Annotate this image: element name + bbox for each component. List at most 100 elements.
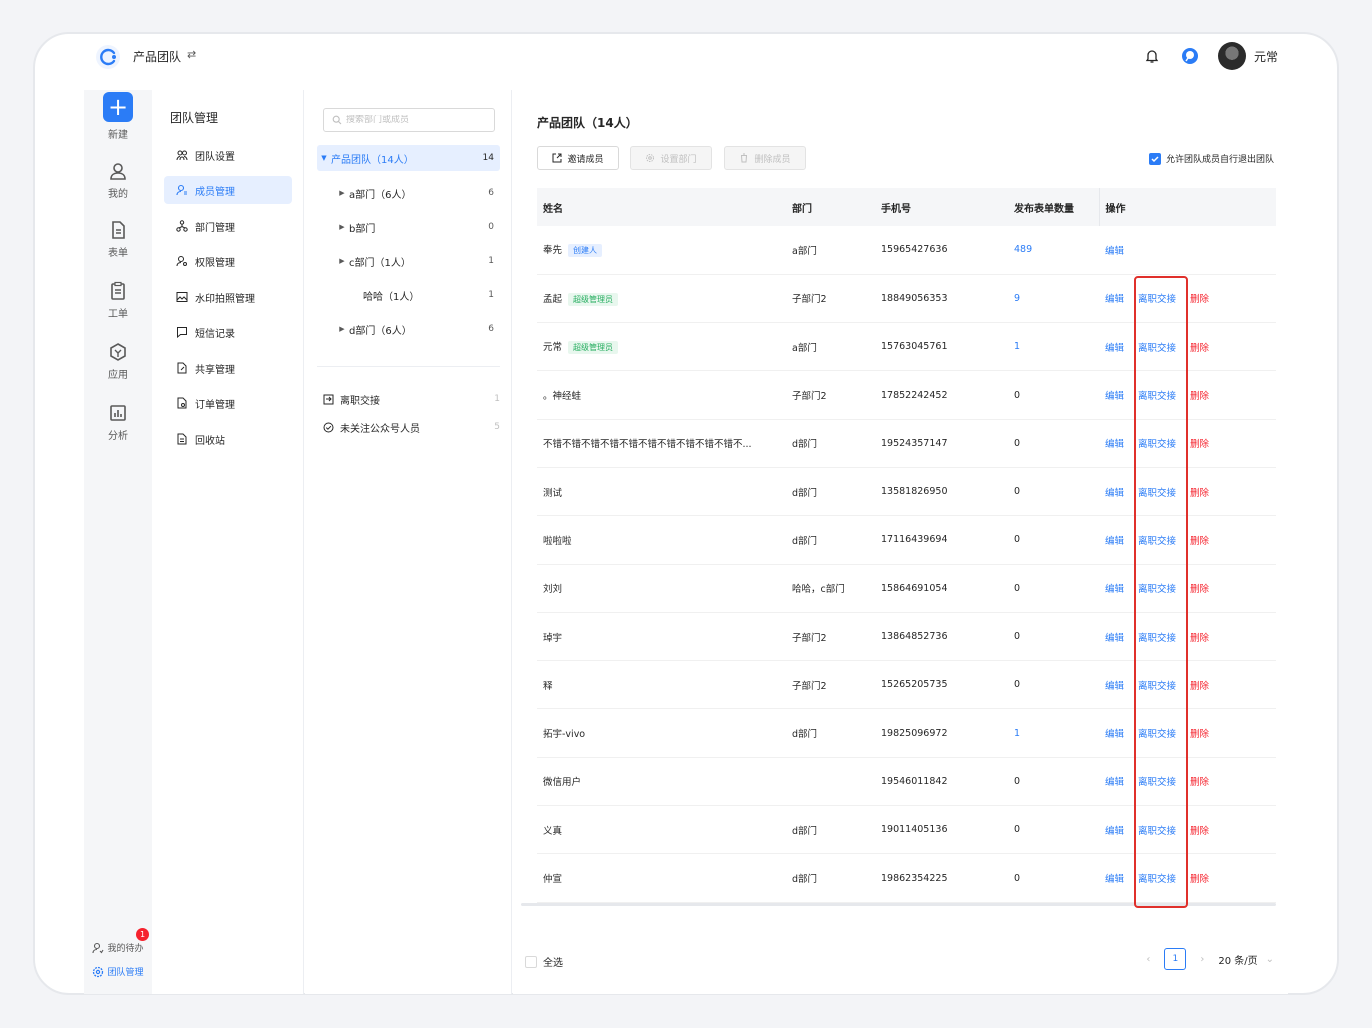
- allow-exit-option[interactable]: 允许团队成员自行退出团队: [1148, 152, 1274, 165]
- switch-team-icon[interactable]: ⇄: [187, 48, 196, 61]
- edit-link[interactable]: 编辑: [1105, 485, 1124, 499]
- plus-icon[interactable]: +: [103, 92, 133, 122]
- caret-right-icon[interactable]: ▶: [335, 223, 349, 231]
- menu-item-permission-management[interactable]: 权限管理: [164, 247, 292, 275]
- menu-item-department-management[interactable]: 部门管理: [164, 212, 292, 240]
- handover-link[interactable]: 离职交接: [1138, 291, 1176, 305]
- delete-link[interactable]: 删除: [1190, 388, 1209, 402]
- delete-link[interactable]: 删除: [1190, 291, 1209, 305]
- menu-item-order-management[interactable]: 订单管理: [164, 389, 292, 417]
- tree-node-d[interactable]: ▶ d部门（6人） 6: [317, 316, 500, 342]
- edit-link[interactable]: 编辑: [1105, 871, 1124, 885]
- page-number-current[interactable]: 1: [1164, 948, 1187, 970]
- avatar[interactable]: [1217, 42, 1246, 70]
- set-department-button[interactable]: 设置部门: [630, 146, 712, 170]
- delete-member-button[interactable]: 删除成员: [724, 146, 806, 170]
- search-input[interactable]: [346, 115, 491, 125]
- edit-link[interactable]: 编辑: [1105, 581, 1124, 595]
- delete-link[interactable]: 删除: [1190, 533, 1209, 547]
- edit-link[interactable]: 编辑: [1105, 678, 1124, 692]
- tree-node-b[interactable]: ▶ b部门 0: [317, 214, 500, 240]
- caret-right-icon[interactable]: ▶: [335, 189, 349, 197]
- delete-link[interactable]: 删除: [1190, 871, 1209, 885]
- support-chat-icon[interactable]: [1180, 46, 1200, 66]
- handover-link[interactable]: 离职交接: [1138, 340, 1176, 354]
- delete-link[interactable]: 删除: [1190, 340, 1209, 354]
- handover-link[interactable]: 离职交接: [1138, 823, 1176, 837]
- delete-link[interactable]: 删除: [1190, 630, 1209, 644]
- delete-link[interactable]: 删除: [1190, 726, 1209, 740]
- handover-link[interactable]: 离职交接: [1138, 871, 1176, 885]
- cell-form-count: 0: [1008, 564, 1099, 613]
- horizontal-scrollbar[interactable]: [521, 903, 1276, 906]
- edit-link[interactable]: 编辑: [1105, 726, 1124, 740]
- page-size-select[interactable]: 20 条/页 ⌄: [1218, 952, 1274, 967]
- handover-link[interactable]: 离职交接: [1138, 630, 1176, 644]
- tree-node-a[interactable]: ▶ a部门（6人） 6: [317, 180, 500, 206]
- recycle-bin-icon: [177, 433, 187, 445]
- tree-node-haha[interactable]: 哈哈（1人） 1: [317, 282, 500, 308]
- handover-link[interactable]: 离职交接: [1138, 533, 1176, 547]
- delete-link[interactable]: 删除: [1190, 581, 1209, 595]
- delete-link[interactable]: 删除: [1190, 774, 1209, 788]
- handover-link[interactable]: 离职交接: [1138, 388, 1176, 402]
- menu-item-member-management[interactable]: 成员管理: [164, 176, 292, 204]
- team-switcher[interactable]: 产品团队: [133, 48, 181, 65]
- bell-icon[interactable]: [1142, 46, 1162, 66]
- caret-right-icon[interactable]: ▶: [335, 257, 349, 265]
- edit-link[interactable]: 编辑: [1105, 243, 1124, 257]
- tree-unfollowed-members[interactable]: 未关注公众号人员 5: [323, 417, 500, 437]
- select-all-checkbox[interactable]: [525, 955, 537, 968]
- invite-member-button[interactable]: 邀请成员: [537, 146, 619, 170]
- caret-down-icon[interactable]: ▼: [317, 154, 331, 162]
- cell-actions: 编辑 离职交接 删除: [1099, 467, 1276, 517]
- menu-item-share-management[interactable]: 共享管理: [164, 354, 292, 382]
- rail-mine[interactable]: 我的: [84, 161, 152, 200]
- rail-apps[interactable]: 应用: [84, 342, 152, 381]
- handover-link[interactable]: 离职交接: [1138, 485, 1176, 499]
- cell-actions: 编辑 离职交接 删除: [1099, 660, 1276, 710]
- delete-link[interactable]: 删除: [1190, 485, 1209, 499]
- edit-link[interactable]: 编辑: [1105, 774, 1124, 788]
- cell-form-count[interactable]: 1: [1008, 708, 1099, 758]
- menu-item-team-settings[interactable]: 团队设置: [164, 141, 292, 169]
- search-box[interactable]: [323, 108, 495, 132]
- menu-item-recycle-bin[interactable]: 回收站: [164, 425, 292, 453]
- handover-link[interactable]: 离职交接: [1138, 581, 1176, 595]
- caret-right-icon[interactable]: ▶: [335, 325, 349, 333]
- allow-exit-checkbox[interactable]: [1148, 152, 1161, 165]
- edit-link[interactable]: 编辑: [1105, 291, 1124, 305]
- handover-link[interactable]: 离职交接: [1138, 726, 1176, 740]
- rail-new[interactable]: + 新建: [84, 92, 152, 141]
- rail-todo[interactable]: 我的待办: [84, 941, 152, 954]
- menu-item-sms-records[interactable]: 短信记录: [164, 318, 292, 346]
- edit-link[interactable]: 编辑: [1105, 340, 1124, 354]
- tree-node-c[interactable]: ▶ c部门（1人） 1: [317, 248, 500, 274]
- next-page-icon[interactable]: ›: [1200, 954, 1204, 965]
- rail-tickets[interactable]: 工单: [84, 281, 152, 320]
- delete-link[interactable]: 删除: [1190, 823, 1209, 837]
- rail-team-management[interactable]: 团队管理: [84, 965, 152, 978]
- handover-link[interactable]: 离职交接: [1138, 436, 1176, 450]
- edit-link[interactable]: 编辑: [1105, 533, 1124, 547]
- tree-resign-handover[interactable]: 离职交接 1: [323, 389, 500, 409]
- edit-link[interactable]: 编辑: [1105, 388, 1124, 402]
- cell-form-count[interactable]: 1: [1008, 322, 1099, 372]
- delete-link[interactable]: 删除: [1190, 678, 1209, 692]
- edit-link[interactable]: 编辑: [1105, 630, 1124, 644]
- edit-link[interactable]: 编辑: [1105, 436, 1124, 450]
- tree-node-root[interactable]: ▼ 产品团队（14人） 14: [317, 145, 500, 171]
- prev-page-icon[interactable]: ‹: [1146, 954, 1150, 965]
- handover-link[interactable]: 离职交接: [1138, 774, 1176, 788]
- cell-form-count: 0: [1008, 757, 1099, 807]
- cell-form-count[interactable]: 489: [1008, 226, 1099, 275]
- user-name[interactable]: 元常: [1254, 48, 1278, 65]
- delete-link[interactable]: 删除: [1190, 436, 1209, 450]
- handover-link[interactable]: 离职交接: [1138, 678, 1176, 692]
- rail-analytics[interactable]: 分析: [84, 403, 152, 442]
- menu-item-watermark-photo[interactable]: 水印拍照管理: [164, 283, 292, 311]
- cell-form-count[interactable]: 9: [1008, 274, 1099, 324]
- select-all[interactable]: 全选: [525, 954, 563, 969]
- rail-forms[interactable]: 表单: [84, 220, 152, 259]
- edit-link[interactable]: 编辑: [1105, 823, 1124, 837]
